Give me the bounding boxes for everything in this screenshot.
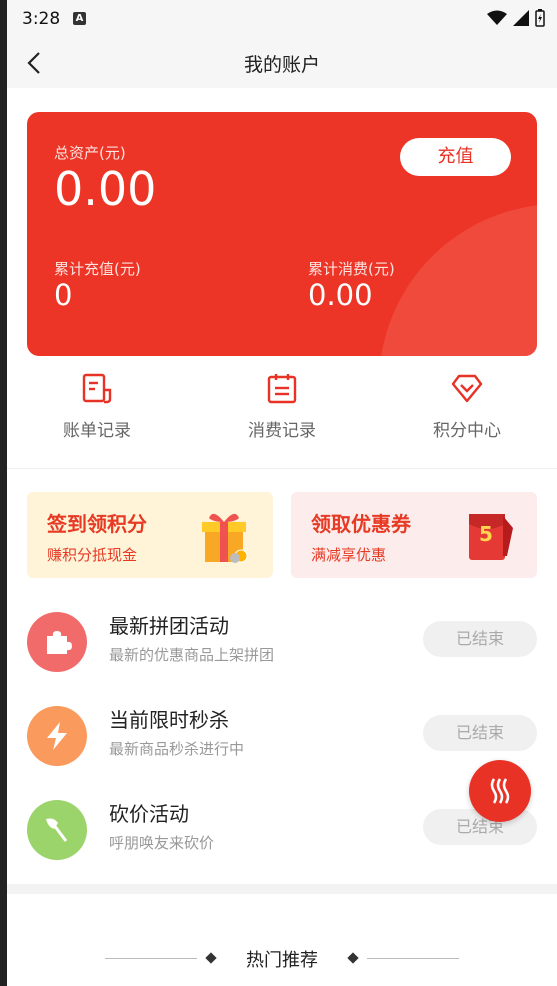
activity-subtitle: 呼朋唤友来砍价 xyxy=(109,834,215,852)
lightning-icon xyxy=(27,706,87,766)
page-title: 我的账户 xyxy=(243,54,320,76)
steam-wave-icon xyxy=(490,778,510,804)
quick-link-bill[interactable]: 账单记录 xyxy=(7,372,187,441)
quick-link-points[interactable]: 积分中心 xyxy=(377,372,557,441)
recharge-button[interactable]: 充值 xyxy=(400,138,511,176)
promo-coupon[interactable]: 领取优惠券 满减享优惠 5 xyxy=(291,492,537,578)
battery-icon xyxy=(535,9,545,27)
activity-groupbuy: 最新拼团活动 最新的优惠商品上架拼团 已结束 xyxy=(7,606,557,686)
bill-icon xyxy=(82,373,112,404)
quick-link-label: 积分中心 xyxy=(433,421,501,441)
activity-title: 砍价活动 xyxy=(109,802,189,826)
account-card: 总资产(元) 0.00 充值 累计充值(元) 0 累计消费(元) 0.00 xyxy=(27,112,537,356)
activity-title: 最新拼团活动 xyxy=(109,614,229,638)
quick-link-label: 账单记录 xyxy=(63,421,131,441)
status-icons xyxy=(487,9,545,27)
notification-a-icon: A xyxy=(73,12,86,25)
quick-link-spend[interactable]: 消费记录 xyxy=(192,372,372,441)
activity-subtitle: 最新商品秒杀进行中 xyxy=(109,740,245,758)
app-screen: 3:28 A 我的账户 总资产(元) 0.00 充值 累计充值(元) 0 累计消… xyxy=(7,0,557,986)
card-decoration xyxy=(379,204,537,356)
puzzle-icon xyxy=(27,612,87,672)
hot-line-right xyxy=(367,958,459,959)
divider xyxy=(7,468,557,469)
cum-recharge-value: 0 xyxy=(54,278,73,312)
promo-title: 签到领积分 xyxy=(47,512,147,536)
quick-link-label: 消费记录 xyxy=(248,421,316,441)
cum-spend-value: 0.00 xyxy=(308,278,373,312)
coupon-badge: 5 xyxy=(479,522,493,546)
promo-subtitle: 满减享优惠 xyxy=(311,546,387,564)
total-assets-value: 0.00 xyxy=(54,162,157,216)
hot-recommend-header: 热门推荐 xyxy=(7,944,557,974)
nav-bar: 我的账户 xyxy=(7,38,557,88)
wifi-icon xyxy=(487,10,507,25)
activity-title: 当前限时秒杀 xyxy=(109,708,229,732)
section-separator xyxy=(7,884,557,894)
status-time: 3:28 xyxy=(22,9,61,29)
cum-spend-label: 累计消费(元) xyxy=(308,260,395,278)
activity-status-button[interactable]: 已结束 xyxy=(423,621,537,657)
activity-subtitle: 最新的优惠商品上架拼团 xyxy=(109,646,275,664)
gift-icon xyxy=(202,513,248,563)
activity-flashsale: 当前限时秒杀 最新商品秒杀进行中 已结束 xyxy=(7,700,557,780)
axe-icon xyxy=(27,800,87,860)
total-assets-label: 总资产(元) xyxy=(54,144,126,162)
hot-recommend-title: 热门推荐 xyxy=(246,950,318,971)
calendar-icon xyxy=(267,374,297,404)
signal-icon xyxy=(513,10,529,26)
floating-action-button[interactable] xyxy=(469,760,531,822)
status-bar: 3:28 A xyxy=(7,0,557,38)
promo-subtitle: 赚积分抵现金 xyxy=(47,546,138,564)
cum-recharge-label: 累计充值(元) xyxy=(54,260,141,278)
promo-checkin[interactable]: 签到领积分 赚积分抵现金 xyxy=(27,492,273,578)
promo-title: 领取优惠券 xyxy=(311,512,411,536)
activity-status-button[interactable]: 已结束 xyxy=(423,715,537,751)
diamond-icon xyxy=(451,374,483,403)
